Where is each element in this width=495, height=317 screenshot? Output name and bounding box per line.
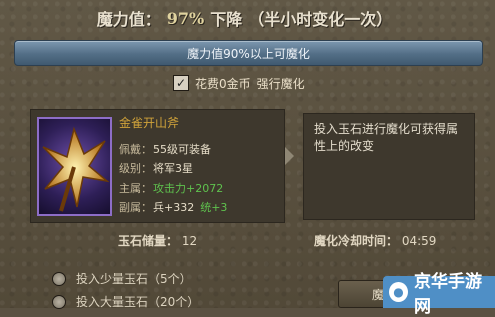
site-watermark: ● 京华手游网 xyxy=(383,272,495,317)
arrow-right-icon xyxy=(285,147,294,165)
cooldown: 魔化冷却时间： 04:59 xyxy=(314,232,436,249)
cooldown-label: 魔化冷却时间： xyxy=(314,234,399,248)
stat-key: 主属： xyxy=(119,182,152,195)
force-refine-option[interactable]: ✓ 花费0金币 强行魔化 xyxy=(173,72,305,94)
radio-large-jade[interactable] xyxy=(52,294,66,309)
force-refine-cost: 花费0金币 xyxy=(195,76,251,91)
magic-value-header: 魔力值： 97% 下降 （半小时变化一次） xyxy=(0,0,495,36)
stat-key: 级别： xyxy=(119,162,152,175)
option-large-jade[interactable]: 投入大量玉石（20个） xyxy=(52,293,199,310)
magic-value-note: （半小时变化一次） xyxy=(248,10,393,29)
stat-row: 副属： 兵+332 统+3 xyxy=(119,199,227,215)
item-name: 金雀开山斧 xyxy=(119,116,180,130)
magic-value-trend: 下降 xyxy=(210,10,243,29)
stat-row: 佩戴： 55级可装备 xyxy=(119,141,211,157)
item-panel: 金雀开山斧 佩戴： 55级可装备 级别： 将军3星 主属： 攻击力+2072 副… xyxy=(30,109,285,223)
option-large-jade-label: 投入大量玉石（20个） xyxy=(76,295,200,309)
magic-value-label: 魔力值： xyxy=(96,10,161,29)
stat-value: 兵+332 xyxy=(153,201,195,214)
jade-stock-value: 12 xyxy=(181,234,198,248)
stat-row: 主属： 攻击力+2072 xyxy=(119,180,223,196)
stat-extra: 统+3 xyxy=(200,201,228,214)
stat-value: 将军3星 xyxy=(153,162,193,175)
watermark-text: 京华手游网 xyxy=(414,272,483,317)
stat-key: 副属： xyxy=(119,201,152,214)
refine-condition-bar[interactable]: 魔力值90%以上可魔化 xyxy=(14,40,483,66)
option-small-jade-label: 投入少量玉石（5个） xyxy=(76,272,192,286)
axe-icon[interactable] xyxy=(37,117,112,216)
stat-row: 级别： 将军3星 xyxy=(119,160,193,176)
option-small-jade[interactable]: 投入少量玉石（5个） xyxy=(52,270,192,287)
refine-description: 投入玉石进行魔化可获得属性上的改变 xyxy=(303,113,475,220)
radio-small-jade[interactable] xyxy=(52,271,66,286)
jade-stock: 玉石储量： 12 xyxy=(118,232,197,249)
stat-value: 55级可装备 xyxy=(153,143,211,156)
force-refine-checkbox[interactable]: ✓ xyxy=(173,75,189,91)
watermark-logo-icon: ● xyxy=(389,282,409,302)
jade-stock-label: 玉石储量： xyxy=(118,234,179,248)
force-refine-label: 强行魔化 xyxy=(256,76,305,91)
magic-value-percent: 97% xyxy=(166,8,205,28)
cooldown-value: 04:59 xyxy=(401,234,437,248)
stat-value: 攻击力+2072 xyxy=(153,182,224,195)
stat-key: 佩戴： xyxy=(119,143,152,156)
